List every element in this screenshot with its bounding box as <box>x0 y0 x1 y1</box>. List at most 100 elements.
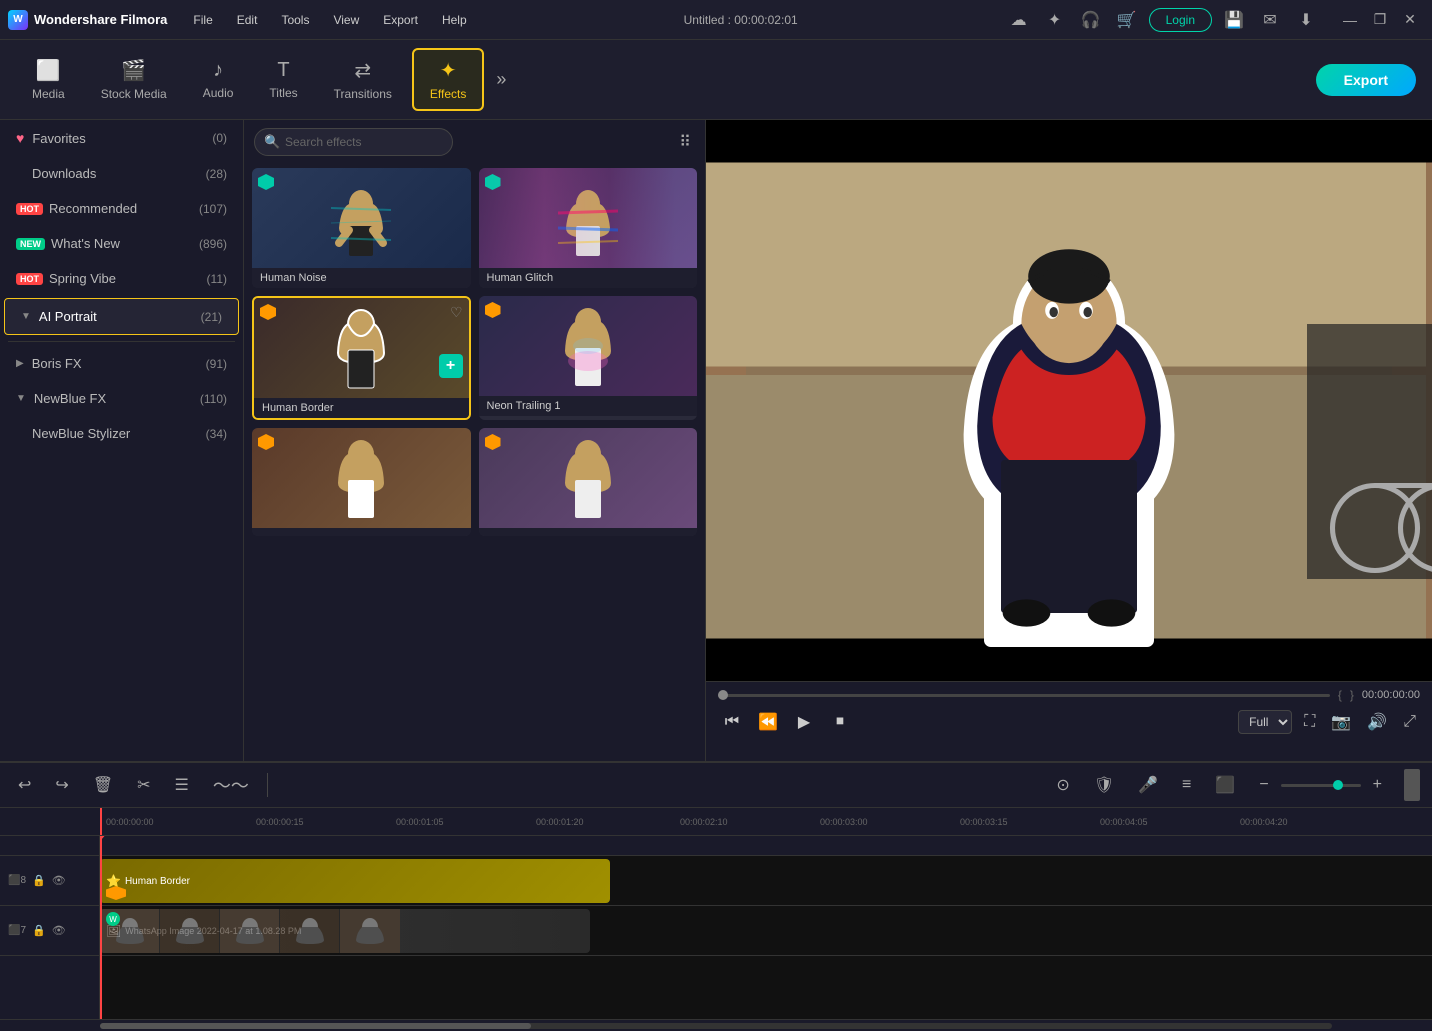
toolbar-expand-button[interactable]: » <box>488 61 514 98</box>
hot-badge-recommended: HOT <box>16 203 43 215</box>
close-button[interactable]: ✕ <box>1396 6 1424 34</box>
timecode-6: 00:00:03:15 <box>960 817 1008 827</box>
mic-icon[interactable]: 🎤 <box>1132 771 1164 799</box>
clip-settings-button[interactable]: ☰ <box>169 771 195 799</box>
sidebar-item-ai-portrait[interactable]: ▼ AI Portrait (21) <box>4 298 239 335</box>
sidebar-item-boris-fx[interactable]: ▶ Boris FX (91) <box>0 346 243 381</box>
export-button[interactable]: Export <box>1316 64 1416 96</box>
stop-button[interactable]: ⏹ <box>826 708 854 736</box>
scrollbar-track[interactable] <box>100 1023 1332 1029</box>
mail-icon[interactable]: ✉ <box>1256 6 1284 34</box>
toolbar-effects[interactable]: ✦ Effects <box>412 48 484 111</box>
download-icon[interactable]: ⬇ <box>1292 6 1320 34</box>
waveform-button[interactable]: 〜〜 <box>207 768 255 802</box>
effect-human-noise[interactable]: Human Noise <box>252 168 471 288</box>
toolbar-separator <box>267 773 268 797</box>
thumb-5 <box>340 909 400 953</box>
track-eye-7[interactable]: 👁 <box>52 924 66 937</box>
track-lock-7[interactable]: 🔒 <box>32 924 46 937</box>
zoom-out-button[interactable]: − <box>1253 772 1274 798</box>
effect-6-thumb: ⬇ <box>479 428 698 528</box>
search-input[interactable] <box>254 128 453 156</box>
human-border-clip[interactable]: ⭐ Human Border <box>100 859 610 903</box>
sidebar-item-whats-new[interactable]: NEW What's New (896) <box>0 226 243 261</box>
menu-file[interactable]: File <box>183 9 222 31</box>
sidebar-item-favorites[interactable]: ♥ Favorites (0) <box>0 120 243 156</box>
person-silhouette-6 <box>558 438 618 528</box>
titles-icon: T <box>277 59 289 82</box>
toolbar-audio[interactable]: ♪ Audio <box>187 51 250 108</box>
titlebar-right: ☁ ✦ 🎧 🛒 Login 💾 ✉ ⬇ — ❐ ✕ <box>1005 6 1424 34</box>
playhead-row <box>0 836 99 856</box>
minimize-button[interactable]: — <box>1336 6 1364 34</box>
screenshot-icon[interactable]: 📷 <box>1327 708 1355 736</box>
menu-export[interactable]: Export <box>373 9 428 31</box>
track-eye-8[interactable]: 👁 <box>52 874 66 887</box>
login-button[interactable]: Login <box>1149 8 1212 32</box>
resize-icon[interactable]: ⤢ <box>1399 709 1420 735</box>
maximize-button[interactable]: ❐ <box>1366 6 1394 34</box>
effect-human-glitch[interactable]: Human Glitch <box>479 168 698 288</box>
menu-help[interactable]: Help <box>432 9 477 31</box>
progress-knob[interactable] <box>718 690 728 700</box>
cloud-icon[interactable]: ☁ <box>1005 6 1033 34</box>
subtitle-icon[interactable]: ≡ <box>1176 772 1197 798</box>
menu-tools[interactable]: Tools <box>271 9 319 31</box>
effect-5[interactable] <box>252 428 471 536</box>
effect-6[interactable]: ⬇ <box>479 428 698 536</box>
brightness-icon[interactable]: ✦ <box>1041 6 1069 34</box>
effects-icon: ✦ <box>440 58 457 83</box>
track-content: ⭐ Human Border 🖼 WhatsApp Image 2022-04-… <box>100 836 1432 1019</box>
toolbar-stock-label: Stock Media <box>101 87 167 101</box>
timeline-playhead <box>100 836 102 1019</box>
fullscreen-icon[interactable]: ⛶ <box>1300 709 1319 735</box>
add-effect-button[interactable]: + <box>439 354 463 378</box>
redo-button[interactable]: ↪ <box>49 771 74 799</box>
toolbar-transitions[interactable]: ⇄ Transitions <box>318 50 408 109</box>
quality-select[interactable]: Full 1/2 1/4 <box>1238 710 1292 734</box>
toolbar-titles[interactable]: T Titles <box>253 51 313 108</box>
zoom-knob[interactable] <box>1333 780 1343 790</box>
progress-track[interactable] <box>718 694 1330 697</box>
sidebar-item-recommended[interactable]: HOT Recommended (107) <box>0 191 243 226</box>
sidebar-spring-label: Spring Vibe <box>49 271 207 286</box>
ripple-edit-icon[interactable]: ⊙ <box>1050 771 1075 799</box>
media-fill-icon[interactable]: ⬛ <box>1209 771 1241 799</box>
toolbar-media[interactable]: ⬜ Media <box>16 50 81 109</box>
undo-button[interactable]: ↩ <box>12 771 37 799</box>
shield-icon[interactable]: 🛡 <box>1088 771 1120 799</box>
headphone-icon[interactable]: 🎧 <box>1077 6 1105 34</box>
save-icon[interactable]: 💾 <box>1220 6 1248 34</box>
menu-view[interactable]: View <box>323 9 369 31</box>
delete-clip-button[interactable]: 🗑 <box>87 771 119 799</box>
thumb-2 <box>160 909 220 953</box>
bracket-right: } <box>1350 688 1354 702</box>
menu-edit[interactable]: Edit <box>227 9 268 31</box>
sidebar-item-newblue-stylizer[interactable]: NewBlue Stylizer (34) <box>0 416 243 451</box>
track-lock-8[interactable]: 🔒 <box>32 874 46 887</box>
frame-back-button[interactable]: ⏪ <box>754 708 782 736</box>
effect-human-glitch-thumb <box>479 168 698 268</box>
timeline-panel-toggle[interactable] <box>1404 769 1420 801</box>
sidebar-ai-portrait-label: AI Portrait <box>39 309 201 324</box>
sidebar-item-downloads[interactable]: Downloads (28) <box>0 156 243 191</box>
track-controls-8: ⬛8 <box>8 875 26 886</box>
grid-view-button[interactable]: ⠿ <box>675 128 695 156</box>
stock-media-icon: 🎬 <box>121 58 146 83</box>
effect-human-border[interactable]: ♡ + Human Border <box>252 296 471 420</box>
cart-icon[interactable]: 🛒 <box>1113 6 1141 34</box>
play-button[interactable]: ▶ <box>790 708 818 736</box>
step-back-button[interactable]: ⏮ <box>718 708 746 736</box>
whatsapp-clip[interactable]: 🖼 WhatsApp Image 2022-04-17 at 1.08.28 P… <box>100 909 590 953</box>
effect-human-noise-thumb <box>252 168 471 268</box>
zoom-track[interactable] <box>1281 784 1361 787</box>
scrollbar-thumb[interactable] <box>100 1023 531 1029</box>
effect-neon-trailing[interactable]: ⬇ Neon Trailing 1 <box>479 296 698 420</box>
sidebar-item-newblue-fx[interactable]: ▼ NewBlue FX (110) <box>0 381 243 416</box>
toolbar-stock-media[interactable]: 🎬 Stock Media <box>85 50 183 109</box>
cut-button[interactable]: ✂ <box>131 771 156 799</box>
heart-button-border[interactable]: ♡ <box>450 304 463 321</box>
volume-icon[interactable]: 🔊 <box>1363 708 1391 736</box>
sidebar-item-spring-vibe[interactable]: HOT Spring Vibe (11) <box>0 261 243 296</box>
zoom-in-button[interactable]: + <box>1367 772 1388 798</box>
